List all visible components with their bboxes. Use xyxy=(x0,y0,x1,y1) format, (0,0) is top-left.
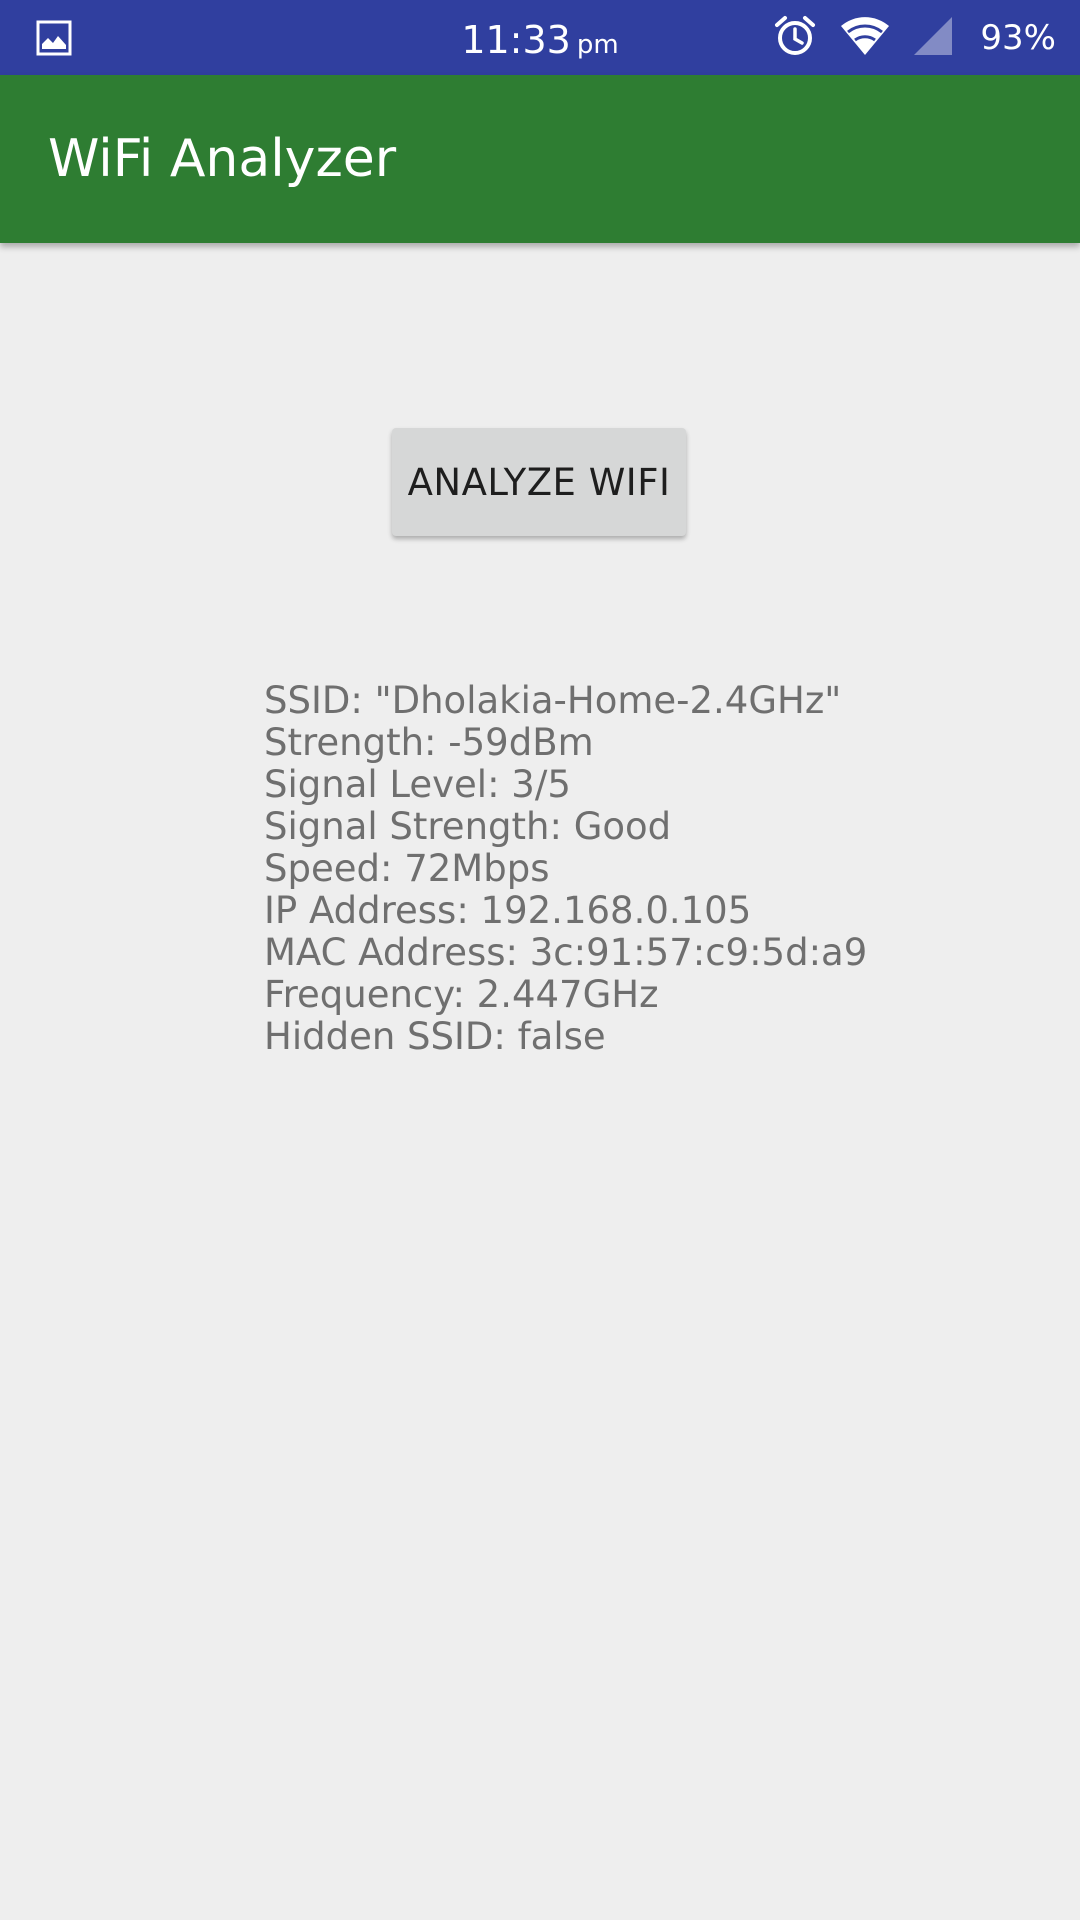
info-speed: Speed: 72Mbps xyxy=(264,847,550,890)
battery-level: 93% xyxy=(980,17,1056,58)
app-title: WiFi Analyzer xyxy=(48,129,397,189)
analyze-wifi-button[interactable]: ANALYZE WIFI xyxy=(392,428,686,536)
info-hidden-ssid: Hidden SSID: false xyxy=(264,1015,606,1058)
status-time-value: 11:33 xyxy=(461,18,571,62)
info-signal-level: Signal Level: 3/5 xyxy=(264,763,571,806)
info-signal-strength: Signal Strength: Good xyxy=(264,805,672,848)
info-ip-address: IP Address: 192.168.0.105 xyxy=(264,889,752,932)
status-right-icons: 93% xyxy=(772,0,1056,75)
info-frequency: Frequency: 2.447GHz xyxy=(264,973,659,1016)
info-ssid: SSID: "Dholakia-Home-2.4GHz" xyxy=(264,679,842,722)
wifi-info-list: SSID: "Dholakia-Home-2.4GHz" Strength: -… xyxy=(264,680,1044,1058)
info-strength: Strength: -59dBm xyxy=(264,721,594,764)
info-mac-address: MAC Address: 3c:91:57:c9:5d:a9 xyxy=(264,931,868,974)
status-time-ampm: pm xyxy=(576,30,619,60)
status-bar: 11:33 pm 93% xyxy=(0,0,1080,75)
wifi-icon xyxy=(840,15,890,61)
cell-signal-icon xyxy=(912,15,954,61)
alarm-clock-icon xyxy=(772,13,818,63)
screen: 11:33 pm 93% WiFi Analyzer ANALYZE WIFI … xyxy=(0,0,1080,1920)
app-bar: WiFi Analyzer xyxy=(0,75,1080,243)
